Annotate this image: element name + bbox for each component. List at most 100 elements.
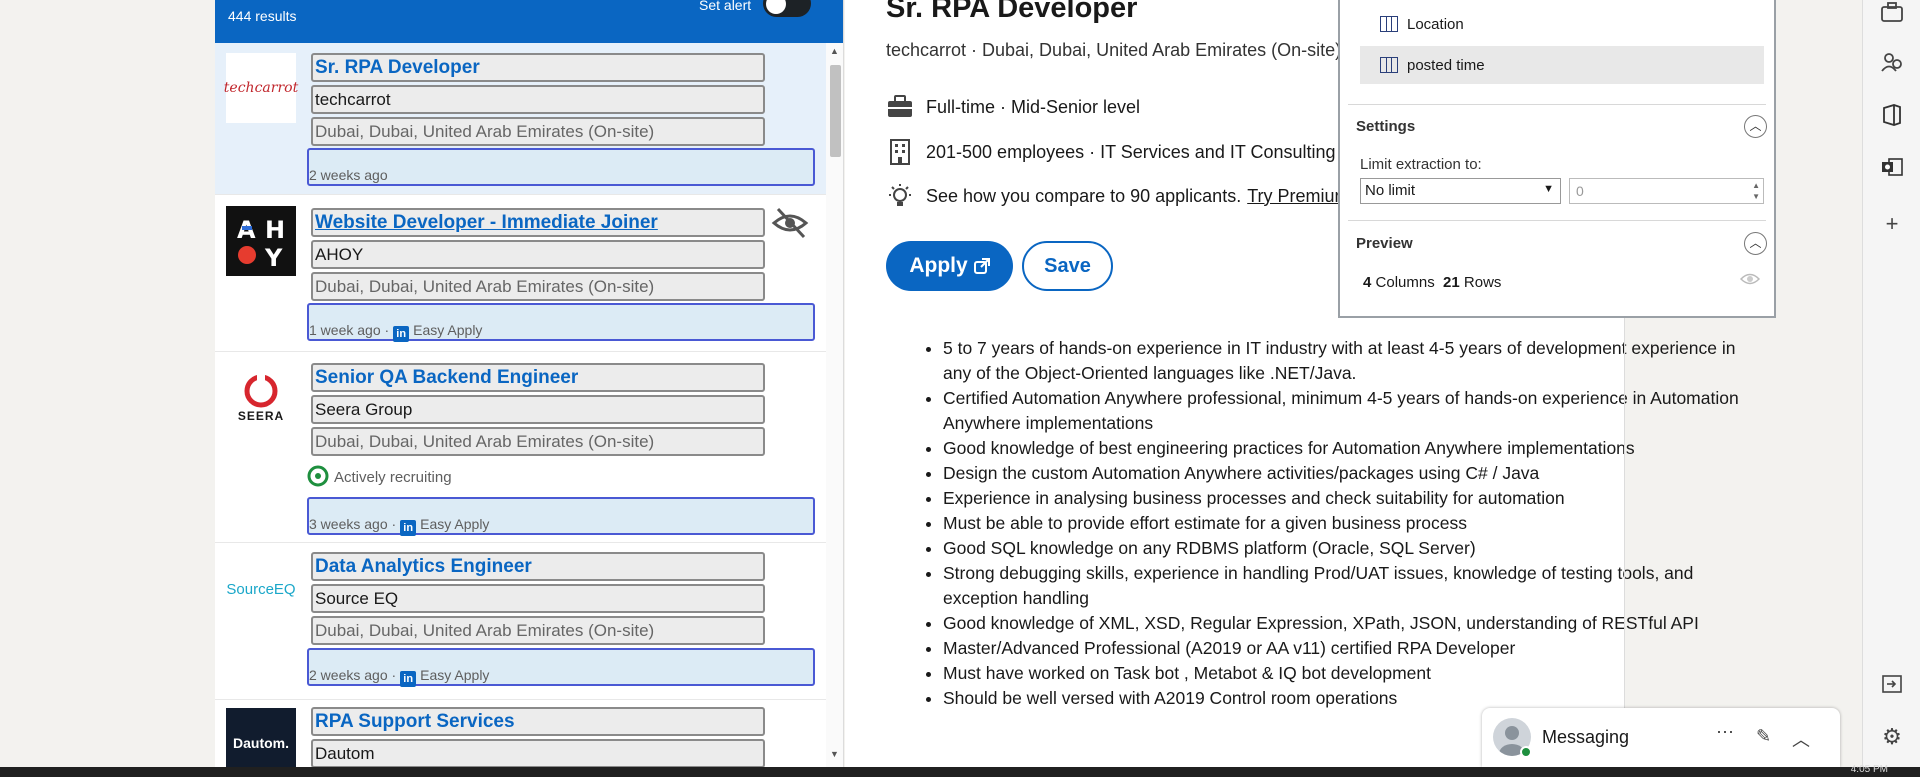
toggle-knob bbox=[766, 0, 786, 14]
company-size: 201-500 employees · IT Services and IT C… bbox=[926, 141, 1336, 162]
results-header: 444 results Set alert bbox=[215, 0, 843, 43]
building-icon bbox=[886, 138, 914, 166]
job-type: Full-time · Mid-Senior level bbox=[926, 96, 1141, 117]
people-icon[interactable] bbox=[1880, 50, 1904, 74]
job-card-footer: 2 weeks ago bbox=[307, 148, 815, 186]
limit-number-value: 0 bbox=[1576, 183, 1584, 199]
briefcase-icon bbox=[886, 93, 914, 121]
scroll-up-icon[interactable]: ▲ bbox=[830, 46, 839, 56]
clock: 4:05 PM bbox=[1850, 764, 1888, 775]
job-card-footer: 3 weeks ago · in Easy Apply bbox=[307, 497, 815, 536]
more-options-icon[interactable]: ⋯ bbox=[1716, 722, 1734, 743]
set-alert-toggle[interactable] bbox=[763, 0, 811, 17]
apply-label: Apply bbox=[909, 254, 968, 277]
posted-time: 2 weeks ago · bbox=[309, 667, 397, 683]
company-logo: A H Y bbox=[226, 206, 296, 276]
set-alert-label: Set alert bbox=[699, 0, 752, 13]
easy-apply-label: Easy Apply bbox=[420, 516, 490, 532]
scroll-down-icon[interactable]: ▼ bbox=[830, 749, 839, 759]
hide-job-icon[interactable] bbox=[770, 203, 810, 243]
applicant-compare-row: See how you compare to 90 applicants. Tr… bbox=[886, 181, 1360, 211]
page: 444 results Set alert techcarrot Sr. RPA… bbox=[0, 0, 1920, 777]
company-name: techcarrot bbox=[311, 85, 765, 114]
column-item-location[interactable]: Location bbox=[1360, 5, 1764, 43]
add-icon[interactable]: + bbox=[1880, 211, 1904, 236]
description-bullet: Certified Automation Anywhere profession… bbox=[943, 386, 1743, 436]
job-type-row: Full-time · Mid-Senior level bbox=[886, 92, 1140, 122]
description-bullet: 5 to 7 years of hands-on experience in I… bbox=[943, 336, 1743, 386]
divider bbox=[1348, 104, 1766, 105]
preview-title: Preview bbox=[1356, 235, 1413, 252]
job-card[interactable]: SourceEQ Data Analytics Engineer Source … bbox=[215, 544, 826, 700]
eye-icon[interactable] bbox=[1740, 272, 1760, 286]
settings-title: Settings bbox=[1356, 118, 1416, 135]
divider bbox=[1348, 220, 1766, 221]
posted-time: 3 weeks ago · bbox=[309, 516, 397, 532]
gear-icon[interactable]: ⚙ bbox=[1880, 724, 1904, 749]
job-card[interactable]: A H Y Website Developer - Immediate Join… bbox=[215, 196, 826, 352]
messaging-bar[interactable]: Messaging ⋯ ✎ ︿ bbox=[1482, 708, 1840, 767]
outlook-icon[interactable] bbox=[1880, 155, 1904, 179]
linkedin-icon: in bbox=[393, 326, 410, 342]
chevron-up-icon[interactable]: ︿ bbox=[1792, 726, 1810, 752]
job-card[interactable]: Dautom. RPA Support Services Dautom bbox=[215, 701, 826, 767]
row-count: 21 bbox=[1443, 274, 1460, 291]
scroll-thumb[interactable] bbox=[830, 65, 841, 157]
logo-text: techcarrot bbox=[223, 80, 299, 96]
results-count: 444 results bbox=[228, 8, 297, 24]
settings-collapse-icon[interactable]: ︿ bbox=[1744, 115, 1767, 138]
column-word: Columns bbox=[1375, 274, 1435, 291]
lightbulb-icon bbox=[886, 182, 914, 210]
external-link-icon bbox=[973, 258, 990, 274]
compose-icon[interactable]: ✎ bbox=[1756, 726, 1771, 747]
messaging-label: Messaging bbox=[1542, 727, 1630, 747]
office-icon[interactable] bbox=[1880, 103, 1904, 127]
description-bullet: Must be able to provide effort estimate … bbox=[943, 511, 1743, 536]
description-bullet: Good SQL knowledge on any RDBMS platform… bbox=[943, 536, 1743, 561]
preview-collapse-icon[interactable]: ︿ bbox=[1744, 232, 1767, 255]
job-title: Sr. RPA Developer bbox=[886, 0, 1138, 24]
recruiting-label: Actively recruiting bbox=[334, 469, 452, 486]
company-logo: techcarrot bbox=[223, 53, 299, 123]
briefcase-icon[interactable] bbox=[1880, 0, 1904, 24]
browser-sidebar: + ⚙ bbox=[1862, 0, 1920, 767]
actively-recruiting: Actively recruiting bbox=[307, 465, 452, 487]
job-card[interactable]: techcarrot Sr. RPA Developer techcarrot … bbox=[215, 43, 826, 195]
description-bullet: Strong debugging skills, experience in h… bbox=[943, 561, 1743, 611]
logo-text: Dautom. bbox=[233, 735, 289, 751]
limit-select-value: No limit bbox=[1365, 182, 1416, 199]
job-title-link[interactable]: RPA Support Services bbox=[311, 707, 765, 736]
limit-label: Limit extraction to: bbox=[1360, 156, 1482, 173]
column-count: 4 bbox=[1363, 274, 1372, 291]
job-title-link[interactable]: Sr. RPA Developer bbox=[311, 53, 765, 82]
limit-select[interactable]: No limit ▼ bbox=[1360, 178, 1561, 204]
company-size-row: 201-500 employees · IT Services and IT C… bbox=[886, 137, 1336, 167]
svg-text:H: H bbox=[265, 216, 285, 244]
online-status-dot bbox=[1520, 746, 1532, 758]
spinner-icon[interactable]: ▲ ▼ bbox=[1752, 180, 1760, 202]
description-bullet: Master/Advanced Professional (A2019 or A… bbox=[943, 636, 1743, 661]
job-title-link[interactable]: Data Analytics Engineer bbox=[311, 552, 765, 581]
company-name: Seera Group bbox=[311, 395, 765, 424]
column-item-posted-time[interactable]: posted time bbox=[1360, 46, 1764, 84]
target-icon bbox=[307, 465, 329, 487]
job-card-footer: 1 week ago · in Easy Apply bbox=[307, 303, 815, 342]
job-description-list: 5 to 7 years of hands-on experience in I… bbox=[943, 336, 1743, 711]
compare-text: See how you compare to 90 applicants. bbox=[926, 185, 1242, 206]
job-title-link[interactable]: Website Developer - Immediate Joiner bbox=[311, 208, 765, 237]
results-scrollbar[interactable]: ▲ ▼ bbox=[826, 43, 843, 767]
column-icon bbox=[1380, 16, 1398, 32]
description-bullet: Must have worked on Task bot , Metabot &… bbox=[943, 661, 1743, 686]
svg-text:Y: Y bbox=[264, 244, 283, 272]
limit-number-input[interactable]: 0 ▲ ▼ bbox=[1569, 178, 1764, 204]
apply-button[interactable]: Apply bbox=[886, 241, 1013, 291]
job-title-link[interactable]: Senior QA Backend Engineer bbox=[311, 363, 765, 392]
job-results-list: 444 results Set alert techcarrot Sr. RPA… bbox=[215, 0, 844, 767]
sidebar-collapse-icon[interactable] bbox=[1880, 672, 1904, 696]
job-card[interactable]: SEERA Senior QA Backend Engineer Seera G… bbox=[215, 353, 826, 543]
save-button[interactable]: Save bbox=[1022, 241, 1113, 291]
linkedin-icon: in bbox=[400, 671, 417, 687]
job-card-footer: 2 weeks ago · in Easy Apply bbox=[307, 648, 815, 687]
company-line: techcarrot · Dubai, Dubai, United Arab E… bbox=[886, 40, 1357, 60]
row-word: Rows bbox=[1463, 274, 1502, 291]
